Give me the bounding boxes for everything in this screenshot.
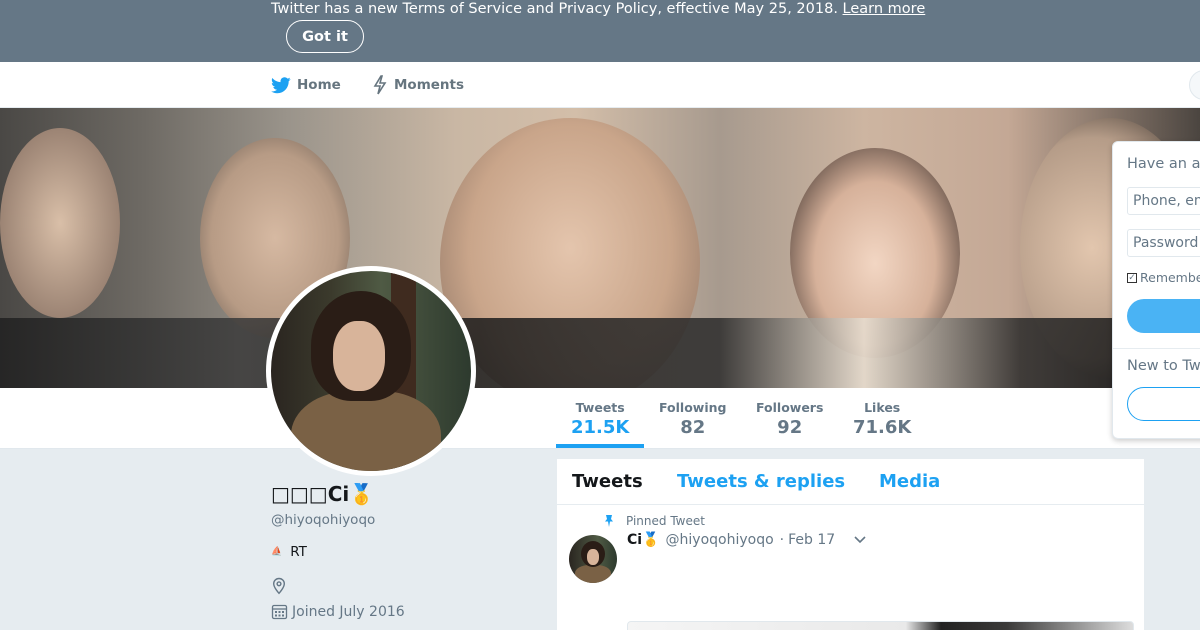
got-it-button[interactable]: Got it xyxy=(286,20,364,53)
profile-bio-text: RT xyxy=(290,544,307,560)
stat-followers[interactable]: Followers 92 xyxy=(756,400,823,438)
profile-joined-text: Joined July 2016 xyxy=(292,603,405,620)
nav-moments[interactable]: Moments xyxy=(372,75,464,95)
tab-tweets[interactable]: Tweets xyxy=(572,471,643,492)
active-stat-underline xyxy=(556,444,644,448)
pin-icon xyxy=(602,514,616,528)
tweet-media[interactable] xyxy=(627,621,1134,630)
location-pin-icon xyxy=(271,577,287,599)
password-input[interactable]: Password xyxy=(1127,229,1200,257)
stat-likes[interactable]: Likes 71.6K xyxy=(853,400,911,438)
nav-home[interactable]: Home xyxy=(271,75,341,95)
bio-emoji-icon: ⛵ xyxy=(271,547,283,557)
nav-home-label: Home xyxy=(297,77,341,93)
stat-followers-value: 92 xyxy=(777,417,803,438)
stat-following[interactable]: Following 82 xyxy=(659,400,726,438)
profile-bio: ⛵ RT xyxy=(271,544,307,560)
stat-likes-value: 71.6K xyxy=(853,417,912,438)
tweet-author-handle[interactable]: @hiyoqohiyoqo xyxy=(666,532,774,548)
tab-tweets-replies[interactable]: Tweets & replies xyxy=(677,471,845,492)
login-title: Have an account? xyxy=(1127,156,1200,172)
profile-nav-bar: Tweets 21.5K Following 82 Followers 92 L… xyxy=(0,388,1200,449)
profile-name: □□□Ci🥇 xyxy=(271,482,375,506)
tweet-timestamp[interactable]: Feb 17 xyxy=(788,532,835,548)
login-dropdown: Have an account? Phone, email or usernam… xyxy=(1112,141,1200,439)
tab-media[interactable]: Media xyxy=(879,471,940,492)
profile-handle[interactable]: @hiyoqohiyoqo xyxy=(271,512,375,528)
timeline: Tweets Tweets & replies Media Pinned Twe… xyxy=(557,459,1144,630)
new-to-twitter-text: New to Twitter? xyxy=(1127,358,1200,374)
username-input[interactable]: Phone, email or username xyxy=(1127,187,1200,215)
tweet-author-name[interactable]: Ci🥇 xyxy=(627,532,660,548)
nav-moments-label: Moments xyxy=(394,77,465,93)
terms-notice-banner: Twitter has a new Terms of Service and P… xyxy=(0,0,1200,62)
remember-me-label: Remember me xyxy=(1140,270,1200,285)
search-box[interactable] xyxy=(1189,70,1200,100)
global-nav: Home Moments xyxy=(0,62,1200,108)
tweet-separator: · xyxy=(779,532,785,548)
calendar-icon xyxy=(271,603,288,620)
pinned-tweet-text: Pinned Tweet xyxy=(626,514,705,528)
profile-joined: Joined July 2016 xyxy=(271,603,405,620)
stat-tweets-value: 21.5K xyxy=(571,417,630,438)
remember-checkbox[interactable]: ✓ xyxy=(1127,272,1137,283)
stat-tweets[interactable]: Tweets 21.5K xyxy=(571,400,629,438)
profile-header-image xyxy=(0,108,1200,388)
learn-more-link[interactable]: Learn more xyxy=(843,1,926,17)
tweet-header: Ci🥇 @hiyoqohiyoqo · Feb 17 xyxy=(627,532,867,548)
terms-notice-text: Twitter has a new Terms of Service and P… xyxy=(271,0,925,18)
pinned-tweet-label: Pinned Tweet xyxy=(602,514,705,528)
login-button[interactable] xyxy=(1127,299,1200,333)
twitter-bird-icon xyxy=(271,76,291,94)
stat-likes-label: Likes xyxy=(864,400,901,415)
profile-avatar[interactable] xyxy=(266,266,476,476)
timeline-tabs: Tweets Tweets & replies Media xyxy=(557,459,1144,505)
stat-followers-label: Followers xyxy=(756,400,824,415)
terms-notice-message: Twitter has a new Terms of Service and P… xyxy=(271,1,838,17)
stat-following-label: Following xyxy=(659,400,727,415)
stat-tweets-label: Tweets xyxy=(575,400,625,415)
lightning-icon xyxy=(372,75,388,95)
stat-following-value: 82 xyxy=(680,417,706,438)
chevron-down-icon[interactable] xyxy=(853,535,867,545)
signup-button[interactable] xyxy=(1127,387,1200,421)
login-divider xyxy=(1113,348,1200,349)
tweet-author-avatar[interactable] xyxy=(569,535,617,583)
remember-me[interactable]: ✓ Remember me xyxy=(1127,270,1200,285)
